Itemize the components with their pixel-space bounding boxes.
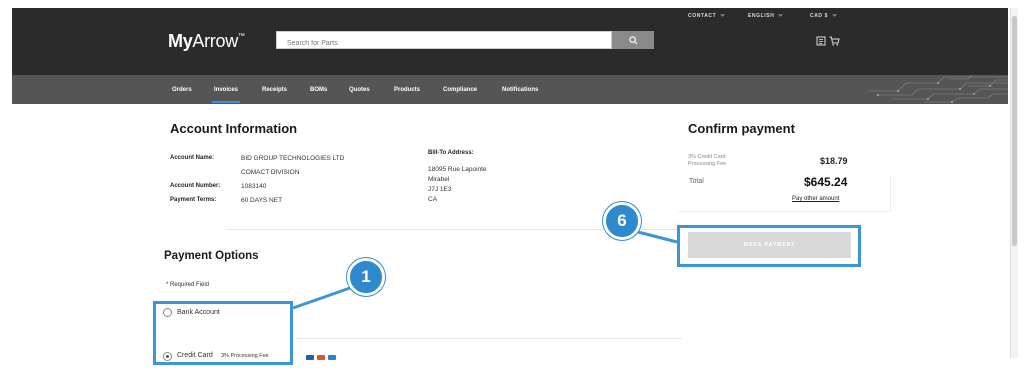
nav-item-boms[interactable]: BOMs bbox=[310, 87, 327, 93]
account-number-label: Account Number: bbox=[170, 183, 221, 189]
account-name-line1: BID GROUP TECHNOLOGIES LTD bbox=[241, 155, 345, 162]
nav-item-orders[interactable]: Orders bbox=[172, 87, 192, 93]
nav-item-notifications[interactable]: Notifications bbox=[502, 87, 538, 93]
nav-item-receipts[interactable]: Receipts bbox=[262, 87, 287, 93]
logo-bold: My bbox=[168, 31, 193, 51]
chevron-down-icon bbox=[778, 12, 784, 17]
amex-icon bbox=[328, 355, 336, 360]
scrollbar[interactable] bbox=[1010, 8, 1018, 358]
account-info-title: Account Information bbox=[170, 121, 298, 136]
bill-to-address: 18095 Rue Lapointe Mirabel J7J 1E3 CA bbox=[428, 165, 487, 205]
total-amount: $645.24 bbox=[804, 175, 848, 189]
total-label: Total bbox=[689, 178, 704, 185]
contact-menu[interactable]: CONTACT bbox=[688, 12, 725, 19]
circuit-decoration bbox=[868, 75, 1008, 103]
highlight-make-payment bbox=[677, 225, 861, 267]
contact-label: CONTACT bbox=[688, 13, 717, 19]
search-button[interactable] bbox=[612, 31, 654, 49]
payment-terms: 60 DAYS NET bbox=[241, 197, 283, 204]
chevron-down-icon bbox=[832, 12, 837, 17]
cart-icon[interactable] bbox=[829, 36, 840, 46]
total-box bbox=[678, 175, 891, 212]
callout-badge-1: 1 bbox=[347, 258, 385, 296]
confirm-payment-title: Confirm payment bbox=[688, 121, 795, 136]
account-number: 1083140 bbox=[241, 183, 267, 190]
language-menu[interactable]: ENGLISH bbox=[748, 12, 784, 19]
highlight-payment-option bbox=[153, 301, 293, 365]
nav-item-quotes[interactable]: Quotes bbox=[349, 87, 370, 93]
nav-item-invoices[interactable]: Invoices bbox=[211, 87, 241, 103]
payment-terms-label: Payment Terms: bbox=[170, 197, 217, 203]
address-line: CA bbox=[428, 196, 438, 203]
page: MyArrow™ CONTACT ENGLISH CAD $ Orders In… bbox=[0, 0, 1024, 388]
required-field-note: * Required Field bbox=[166, 282, 210, 288]
visa-icon bbox=[306, 355, 314, 360]
search-icon bbox=[628, 35, 637, 44]
nav-item-compliance[interactable]: Compliance bbox=[443, 87, 477, 93]
address-line: Mirabel bbox=[428, 176, 450, 183]
logo-tm: ™ bbox=[237, 33, 245, 40]
nav-item-products[interactable]: Products bbox=[394, 87, 420, 93]
address-line: J7J 1E3 bbox=[428, 186, 452, 193]
pay-other-amount-link[interactable]: Pay other amount bbox=[792, 196, 839, 202]
header-icons bbox=[816, 36, 840, 46]
address-line: 18095 Rue Lapointe bbox=[428, 166, 487, 173]
currency-menu[interactable]: CAD $ bbox=[810, 12, 837, 19]
bill-to-label: Bill-To Address: bbox=[428, 150, 474, 156]
credit-card-fee-label: 3% Credit Card Processing Fee bbox=[688, 154, 726, 168]
search-input[interactable] bbox=[277, 35, 611, 52]
payment-options-title: Payment Options bbox=[164, 250, 259, 262]
account-name-label: Account Name: bbox=[170, 155, 215, 161]
header: MyArrow™ CONTACT ENGLISH CAD $ bbox=[12, 8, 1008, 75]
mastercard-icon bbox=[317, 355, 325, 360]
search-box bbox=[276, 31, 612, 52]
callout-badge-6: 6 bbox=[603, 202, 641, 240]
fee-label-line: 3% Credit Card bbox=[688, 154, 726, 160]
document-icon[interactable] bbox=[816, 36, 826, 46]
fee-amount: $18.79 bbox=[820, 156, 848, 166]
scrollbar-thumb[interactable] bbox=[1012, 16, 1017, 246]
account-name-line2: COMACT DIVISION bbox=[241, 169, 300, 176]
logo[interactable]: MyArrow™ bbox=[168, 31, 245, 52]
currency-label: CAD $ bbox=[810, 13, 829, 19]
card-brand-icons bbox=[306, 355, 336, 360]
chevron-down-icon bbox=[720, 12, 725, 17]
language-label: ENGLISH bbox=[748, 13, 775, 19]
divider bbox=[296, 338, 682, 339]
fee-label-line: Processing Fee bbox=[688, 161, 727, 167]
main-nav: Orders Invoices Receipts BOMs Quotes Pro… bbox=[12, 75, 1008, 104]
logo-light: Arrow bbox=[192, 31, 238, 51]
